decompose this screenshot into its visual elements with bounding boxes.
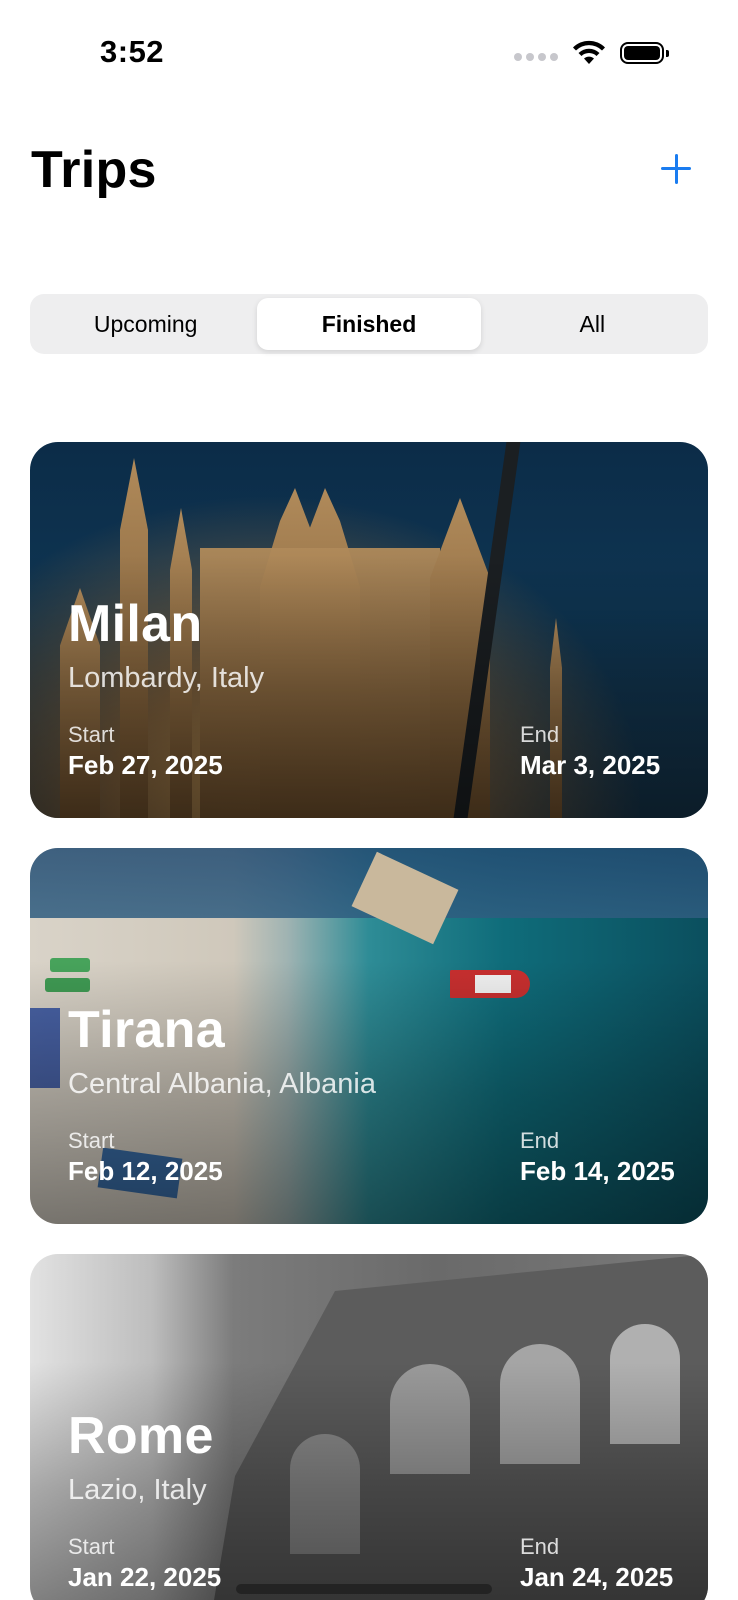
start-label: Start <box>68 722 115 747</box>
end-label: End <box>520 1128 560 1153</box>
status-indicators <box>514 40 669 66</box>
end-date: Jan 24, 2025 <box>520 1562 674 1592</box>
trip-card-tirana[interactable]: Tirana Central Albania, Albania Start Fe… <box>30 848 708 1224</box>
start-date: Feb 12, 2025 <box>68 1156 223 1186</box>
end-label: End <box>520 722 560 747</box>
trip-region: Central Albania, Albania <box>68 1068 376 1100</box>
trip-filter-segmented-control: Upcoming Finished All <box>30 294 708 354</box>
wifi-icon <box>573 40 605 64</box>
end-label: End <box>520 1534 560 1559</box>
status-time: 3:52 <box>100 34 165 69</box>
start-date: Jan 22, 2025 <box>68 1562 222 1592</box>
trip-city: Rome <box>68 1407 214 1465</box>
segment-all[interactable]: All <box>481 298 704 350</box>
trip-region: Lazio, Italy <box>68 1474 207 1506</box>
trips-screen: 3:52 Trips Upcoming Finished All Milan L… <box>0 0 738 1600</box>
trip-card-rome[interactable]: Rome Lazio, Italy Start Jan 22, 2025 End… <box>30 1254 708 1600</box>
trip-city: Tirana <box>68 1001 225 1059</box>
end-date: Mar 3, 2025 <box>520 750 661 780</box>
trip-city: Milan <box>68 595 203 653</box>
cellular-signal-icon <box>514 53 558 61</box>
segment-finished[interactable]: Finished <box>257 298 481 350</box>
home-indicator[interactable] <box>236 1584 492 1594</box>
start-date: Feb 27, 2025 <box>68 750 223 780</box>
end-date: Feb 14, 2025 <box>520 1156 675 1186</box>
segment-upcoming[interactable]: Upcoming <box>34 298 257 350</box>
battery-icon <box>620 42 669 64</box>
add-trip-button[interactable] <box>658 150 694 186</box>
start-label: Start <box>68 1534 115 1559</box>
start-label: Start <box>68 1128 115 1153</box>
trip-region: Lombardy, Italy <box>68 662 265 694</box>
trip-card-milan[interactable]: Milan Lombardy, Italy Start Feb 27, 2025… <box>30 442 708 818</box>
page-title: Trips <box>31 141 157 199</box>
